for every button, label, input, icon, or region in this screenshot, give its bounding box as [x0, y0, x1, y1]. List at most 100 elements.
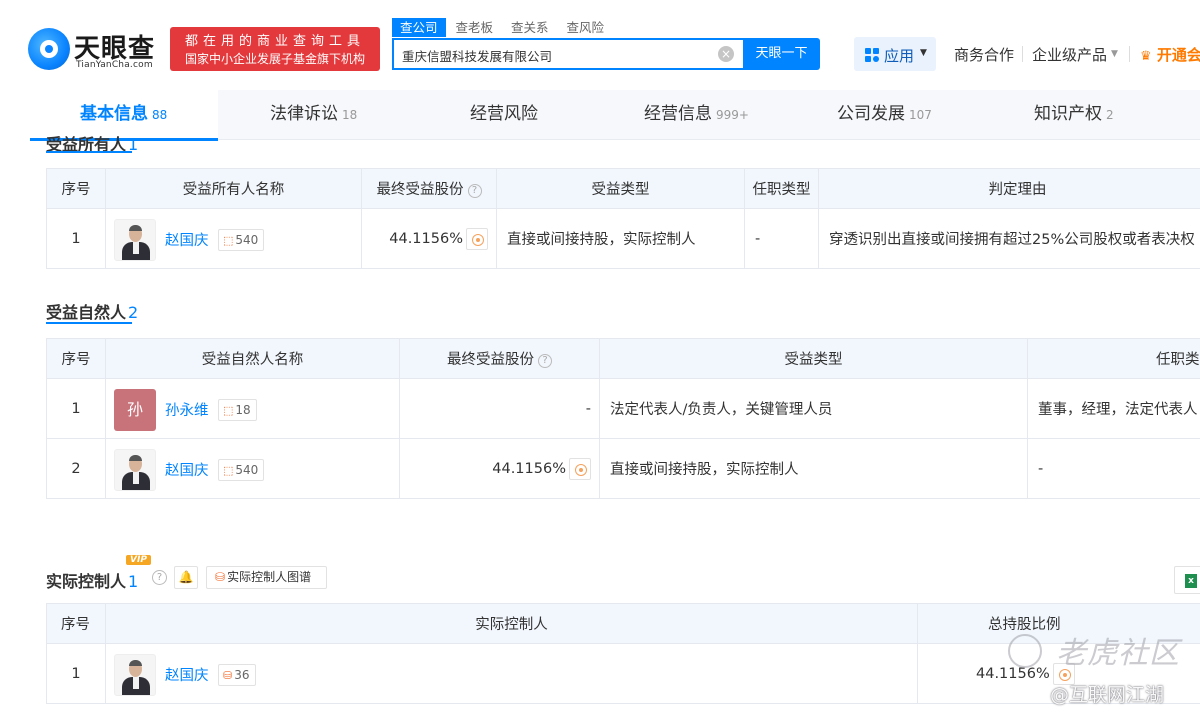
clear-icon[interactable]: ×: [718, 46, 734, 62]
person-name-link[interactable]: 赵国庆: [165, 229, 209, 250]
vip-badge: VIP: [126, 555, 151, 565]
search-button[interactable]: 天眼一下: [743, 38, 820, 70]
tab-company-development[interactable]: 公司发展 107: [837, 90, 932, 140]
person-cell: 孙 孙永维 ⬚ 18: [105, 378, 400, 439]
benefit-type: 直接或间接持股，实际控制人: [496, 208, 745, 269]
section-underline: [46, 322, 132, 324]
logo-domain: TianYanCha.com: [76, 60, 153, 70]
search-input-value[interactable]: 重庆信盟科技发展有限公司: [402, 46, 552, 65]
tab-label: 基本信息: [80, 104, 148, 124]
open-vip-label: 开通会: [1156, 46, 1200, 64]
excel-icon: x: [1185, 574, 1197, 588]
crown-icon: ♛: [1140, 49, 1152, 64]
percent-value: 44.1156%: [976, 665, 1050, 682]
app-menu-label: 应用: [884, 47, 915, 65]
equity-penetration-icon[interactable]: [466, 227, 488, 250]
avatar[interactable]: 孙: [114, 388, 156, 431]
graph-tag-icon: ⛁: [223, 668, 233, 682]
badge-count: 540: [235, 232, 259, 247]
col-header-role: 任职类型: [744, 168, 819, 209]
person-tag-icon: ⬚: [223, 463, 234, 477]
share-percent: -: [399, 378, 600, 439]
col-header-share: 最终受益股份?: [361, 168, 497, 209]
col-header-share: 最终受益股份?: [399, 338, 600, 379]
table-row: 2 赵国庆 ⬚ 540 44.1156% 直接或间接持股，实际控制人 -: [46, 438, 1200, 499]
benefit-type: 法定代表人/负责人，关键管理人员: [599, 378, 1028, 439]
help-icon[interactable]: ?: [467, 184, 482, 198]
tab-label: 公司发展: [837, 104, 905, 124]
avatar[interactable]: [114, 653, 156, 696]
badge-count: 18: [235, 402, 251, 417]
graph-icon: ⛁: [215, 570, 226, 584]
tab-legal[interactable]: 法律诉讼 18: [270, 90, 357, 140]
row-index: 1: [46, 208, 106, 269]
section-title-beneficial-persons: 受益自然人 2: [46, 299, 138, 323]
beneficial-persons-table: 序号 受益自然人名称 最终受益股份? 受益类型 任职类 1 孙 孙永维 ⬚ 18 …: [46, 338, 1200, 499]
tab-operation-risk[interactable]: 经营风险: [470, 90, 538, 140]
table-header-row: 序号 受益自然人名称 最终受益股份? 受益类型 任职类: [46, 338, 1200, 379]
tab-label: 经营风险: [470, 104, 538, 124]
section-count: 2: [128, 303, 139, 322]
reason: 穿透识别出直接或间接拥有超过25%公司股权或者表决权: [818, 208, 1200, 269]
related-count-badge[interactable]: ⛁ 36: [218, 663, 256, 686]
tab-operation-info[interactable]: 经营信息 999+: [644, 90, 749, 140]
related-count-badge[interactable]: ⬚ 540: [218, 228, 265, 251]
nav-business-cooperation[interactable]: 商务合作: [954, 44, 1014, 65]
section-title-controller: 实际控制人 1: [46, 568, 138, 592]
role-type: 董事，经理，法定代表人: [1027, 378, 1200, 439]
tianyancha-logo[interactable]: 天眼查 TianYanCha.com: [28, 26, 168, 74]
watermark-handle: @互联网江湖: [1050, 684, 1165, 706]
slogan-banner: 都在用的商业查询工具 国家中小企业发展子基金旗下机构: [170, 27, 380, 71]
avatar[interactable]: [114, 218, 156, 261]
search-tab-relation[interactable]: 查关系: [503, 18, 557, 37]
controller-graph-button[interactable]: ⛁ 实际控制人图谱: [206, 566, 327, 589]
search-tab-company[interactable]: 查公司: [392, 18, 446, 37]
col-header-controller: 实际控制人: [105, 603, 918, 644]
graph-button-label: 实际控制人图谱: [227, 570, 312, 584]
help-icon[interactable]: ?: [538, 354, 552, 368]
row-index: 1: [46, 643, 106, 704]
table-row: 1 赵国庆 ⬚ 540 44.1156% 直接或间接持股，实际控制人 - 穿透识别…: [46, 208, 1200, 269]
section-title-text: 受益自然人: [46, 303, 127, 322]
related-count-badge[interactable]: ⬚ 540: [218, 458, 265, 481]
related-count-badge[interactable]: ⬚ 18: [218, 398, 257, 421]
search-tab-boss[interactable]: 查老板: [448, 18, 502, 37]
app-menu-button[interactable]: 应用 ▼: [854, 37, 936, 71]
col-header-role: 任职类: [1027, 338, 1200, 379]
tab-label: 经营信息: [644, 104, 712, 124]
col-header-share-label: 最终受益股份: [376, 182, 464, 198]
avatar[interactable]: [114, 448, 156, 491]
nav-enterprise-products[interactable]: 企业级产品: [1032, 44, 1107, 65]
tab-count: 999+: [716, 108, 749, 122]
open-vip-link[interactable]: ♛ 开通会: [1140, 44, 1200, 65]
tab-count: 18: [342, 108, 358, 122]
person-cell: 赵国庆 ⬚ 540: [105, 438, 400, 499]
col-header-reason: 判定理由: [818, 168, 1200, 209]
col-header-share-label: 最终受益股份: [447, 352, 534, 368]
person-name-link[interactable]: 赵国庆: [165, 664, 209, 685]
help-icon[interactable]: ?: [152, 570, 167, 585]
section-title-text: 实际控制人: [46, 572, 127, 591]
person-name-link[interactable]: 赵国庆: [165, 459, 209, 480]
person-tag-icon: ⬚: [223, 403, 234, 417]
logo-eye-icon: [28, 28, 70, 70]
table-header-row: 序号 受益所有人名称 最终受益股份? 受益类型 任职类型 判定理由: [46, 168, 1200, 209]
equity-penetration-icon[interactable]: [569, 457, 591, 480]
role-type: -: [744, 208, 819, 269]
export-excel-button[interactable]: x: [1174, 566, 1200, 594]
benefit-type: 直接或间接持股，实际控制人: [599, 438, 1028, 499]
caret-down-icon: ▼: [920, 48, 927, 58]
tab-ip[interactable]: 知识产权 2: [1034, 90, 1114, 140]
beneficial-owners-table: 序号 受益所有人名称 最终受益股份? 受益类型 任职类型 判定理由 1 赵国庆 …: [46, 168, 1200, 269]
percent-value: 44.1156%: [389, 230, 463, 247]
person-name-link[interactable]: 孙永维: [165, 399, 209, 420]
search-input[interactable]: 重庆信盟科技发展有限公司 ×: [392, 38, 744, 70]
top-header: 天眼查 TianYanCha.com 都在用的商业查询工具 国家中小企业发展子基…: [0, 0, 1200, 90]
row-index: 2: [46, 438, 106, 499]
person-cell: 赵国庆 ⬚ 540: [105, 208, 362, 269]
col-header-type: 受益类型: [599, 338, 1028, 379]
bell-icon[interactable]: 🔔: [174, 566, 198, 589]
search-tab-risk[interactable]: 查风险: [559, 18, 613, 37]
grid-icon: [865, 48, 879, 62]
tab-label: 知识产权: [1034, 104, 1102, 124]
